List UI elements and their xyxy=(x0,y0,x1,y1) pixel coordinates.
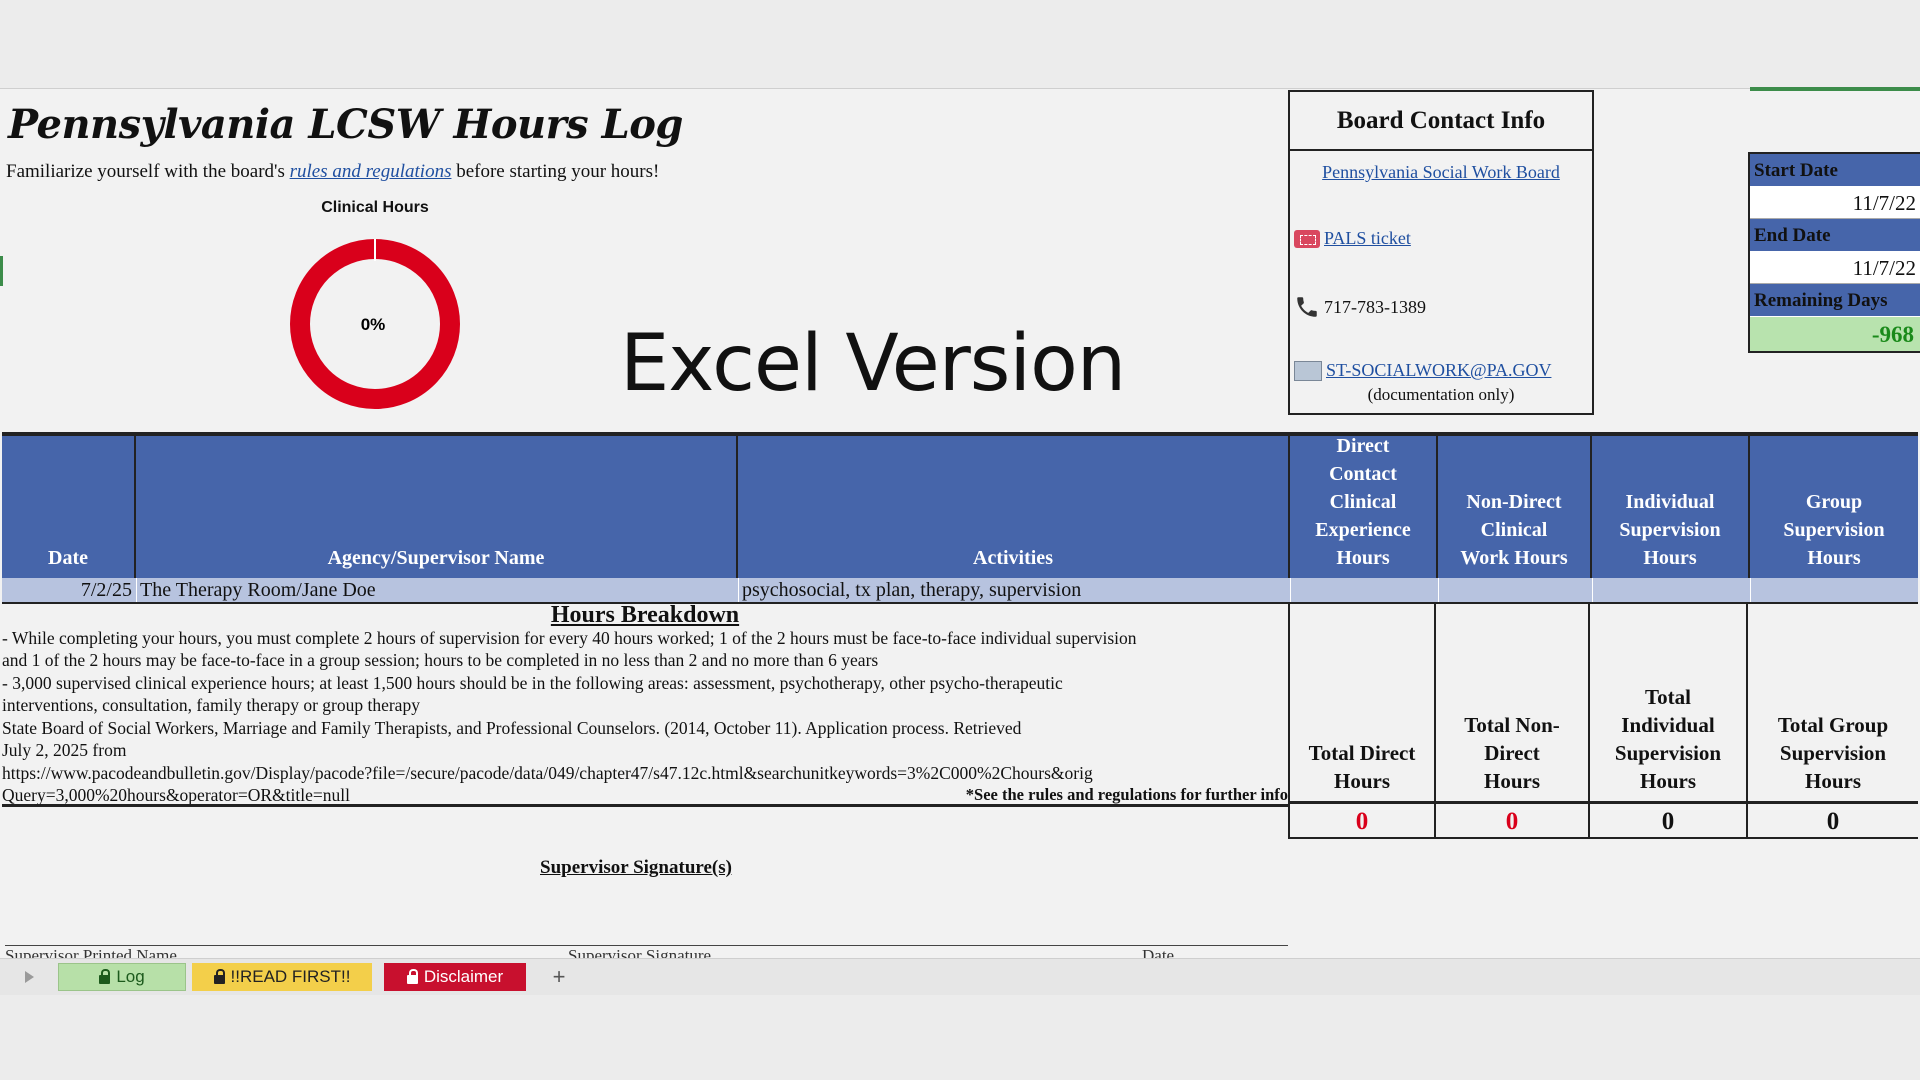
total-direct-label: Total Direct Hours xyxy=(1288,604,1436,804)
header-individual-supervision[interactable]: Individual Supervision Hours xyxy=(1592,436,1750,578)
tab-log[interactable]: Log xyxy=(58,963,186,991)
end-date-label: End Date xyxy=(1750,219,1920,252)
hours-breakdown: Hours Breakdown - While completing your … xyxy=(2,602,1288,805)
tab-label: Log xyxy=(116,967,145,986)
start-date-value[interactable]: 11/7/22 xyxy=(1750,187,1920,219)
add-sheet-button[interactable]: + xyxy=(544,963,574,991)
header-direct-hours[interactable]: Direct Contact Clinical Experience Hours xyxy=(1290,435,1438,578)
rules-link[interactable]: rules and regulations xyxy=(290,161,452,182)
total-direct-value[interactable]: 0 xyxy=(1288,804,1436,839)
cell-direct[interactable] xyxy=(1290,578,1439,602)
lock-icon xyxy=(406,968,418,984)
total-nondirect-label: Total Non-Direct Hours xyxy=(1436,604,1590,804)
pals-ticket-link[interactable]: PALS ticket xyxy=(1324,228,1411,249)
tab-label: Disclaimer xyxy=(423,967,504,986)
cell-agency[interactable]: The Therapy Room/Jane Doe xyxy=(138,578,739,602)
header-nondirect-hours[interactable]: Non-Direct Clinical Work Hours xyxy=(1438,436,1592,578)
total-individual-value[interactable]: 0 xyxy=(1590,804,1748,839)
tab-read-first[interactable]: !!READ FIRST!! xyxy=(192,963,372,991)
excel-version-watermark: Excel Version xyxy=(620,319,1126,409)
email-note: (documentation only) xyxy=(1367,385,1515,404)
row-selection-indicator xyxy=(0,256,3,286)
cell-group[interactable] xyxy=(1750,578,1918,602)
total-nondirect-value[interactable]: 0 xyxy=(1436,804,1590,839)
cell-individual[interactable] xyxy=(1592,578,1751,602)
breakdown-line: interventions, consultation, family ther… xyxy=(2,695,420,715)
sheet-subtitle: Familiarize yourself with the board's ru… xyxy=(6,161,659,183)
phone-icon xyxy=(1297,297,1317,317)
tab-label: !!READ FIRST!! xyxy=(230,967,351,986)
remaining-days-value: -968 xyxy=(1750,317,1920,351)
supervisor-signature-heading: Supervisor Signature(s) xyxy=(540,857,732,878)
tab-disclaimer[interactable]: Disclaimer xyxy=(384,963,526,991)
donut-title: Clinical Hours xyxy=(321,199,429,216)
board-contact-heading: Board Contact Info xyxy=(1290,92,1592,151)
subtitle-text: Familiarize yourself with the board's xyxy=(6,161,285,182)
cell-activities[interactable]: psychosocial, tx plan, therapy, supervis… xyxy=(740,578,1291,602)
clinical-hours-donut[interactable]: 0% xyxy=(285,234,465,414)
breakdown-divider xyxy=(2,804,1288,807)
header-group-supervision[interactable]: Group Supervision Hours xyxy=(1750,436,1918,578)
end-date-value[interactable]: 11/7/22 xyxy=(1750,252,1920,284)
log-table-header: Date Agency/Supervisor Name Activities D… xyxy=(2,432,1918,580)
scroll-tabs-icon[interactable] xyxy=(18,963,40,991)
remaining-days-label: Remaining Days xyxy=(1750,284,1920,317)
table-row: 7/2/25 The Therapy Room/Jane Doe psychos… xyxy=(2,578,1918,602)
board-link[interactable]: Pennsylvania Social Work Board xyxy=(1322,162,1560,183)
cell-nondirect[interactable] xyxy=(1438,578,1593,602)
lock-icon xyxy=(213,968,225,984)
header-activities[interactable]: Activities xyxy=(738,436,1290,578)
header-agency[interactable]: Agency/Supervisor Name xyxy=(136,436,738,578)
total-individual-label: Total Individual Supervision Hours xyxy=(1590,604,1748,804)
play-icon xyxy=(25,971,34,983)
breakdown-line: - 3,000 supervised clinical experience h… xyxy=(2,672,1063,693)
hours-breakdown-heading: Hours Breakdown xyxy=(550,602,740,628)
start-date-label: Start Date xyxy=(1750,154,1920,187)
dates-panel: Start Date 11/7/22 End Date 11/7/22 Rema… xyxy=(1748,152,1920,353)
lock-icon xyxy=(99,968,111,984)
board-contact-box: Board Contact Info Pennsylvania Social W… xyxy=(1288,90,1594,415)
breakdown-line: - While completing your hours, you must … xyxy=(2,627,1137,648)
cell-date[interactable]: 7/2/25 xyxy=(2,578,137,602)
sheet-tab-bar: Log !!READ FIRST!! Disclaimer + xyxy=(0,958,1920,995)
breakdown-line: State Board of Social Workers, Marriage … xyxy=(2,717,1022,738)
header-date[interactable]: Date xyxy=(2,436,136,578)
subtitle-text-after: before starting your hours! xyxy=(456,161,660,182)
selection-indicator xyxy=(1750,87,1920,91)
breakdown-line: July 2, 2025 from xyxy=(2,740,127,760)
spreadsheet-grid[interactable]: Pennsylvania LCSW Hours Log Familiarize … xyxy=(0,87,1920,960)
email-link[interactable]: ST-SOCIALWORK@PA.GOV xyxy=(1326,360,1551,381)
total-group-value[interactable]: 0 xyxy=(1748,804,1918,839)
donut-percent: 0% xyxy=(361,315,386,334)
phone-number: 717-783-1389 xyxy=(1324,296,1426,317)
breakdown-line: https://www.pacodeandbulletin.gov/Displa… xyxy=(2,762,1093,783)
breakdown-line: and 1 of the 2 hours may be face-to-face… xyxy=(2,650,879,670)
total-group-label: Total Group Supervision Hours xyxy=(1748,604,1918,804)
ticket-icon xyxy=(1294,229,1320,248)
sheet-title: Pennsylvania LCSW Hours Log xyxy=(8,101,683,148)
envelope-icon xyxy=(1294,360,1322,381)
